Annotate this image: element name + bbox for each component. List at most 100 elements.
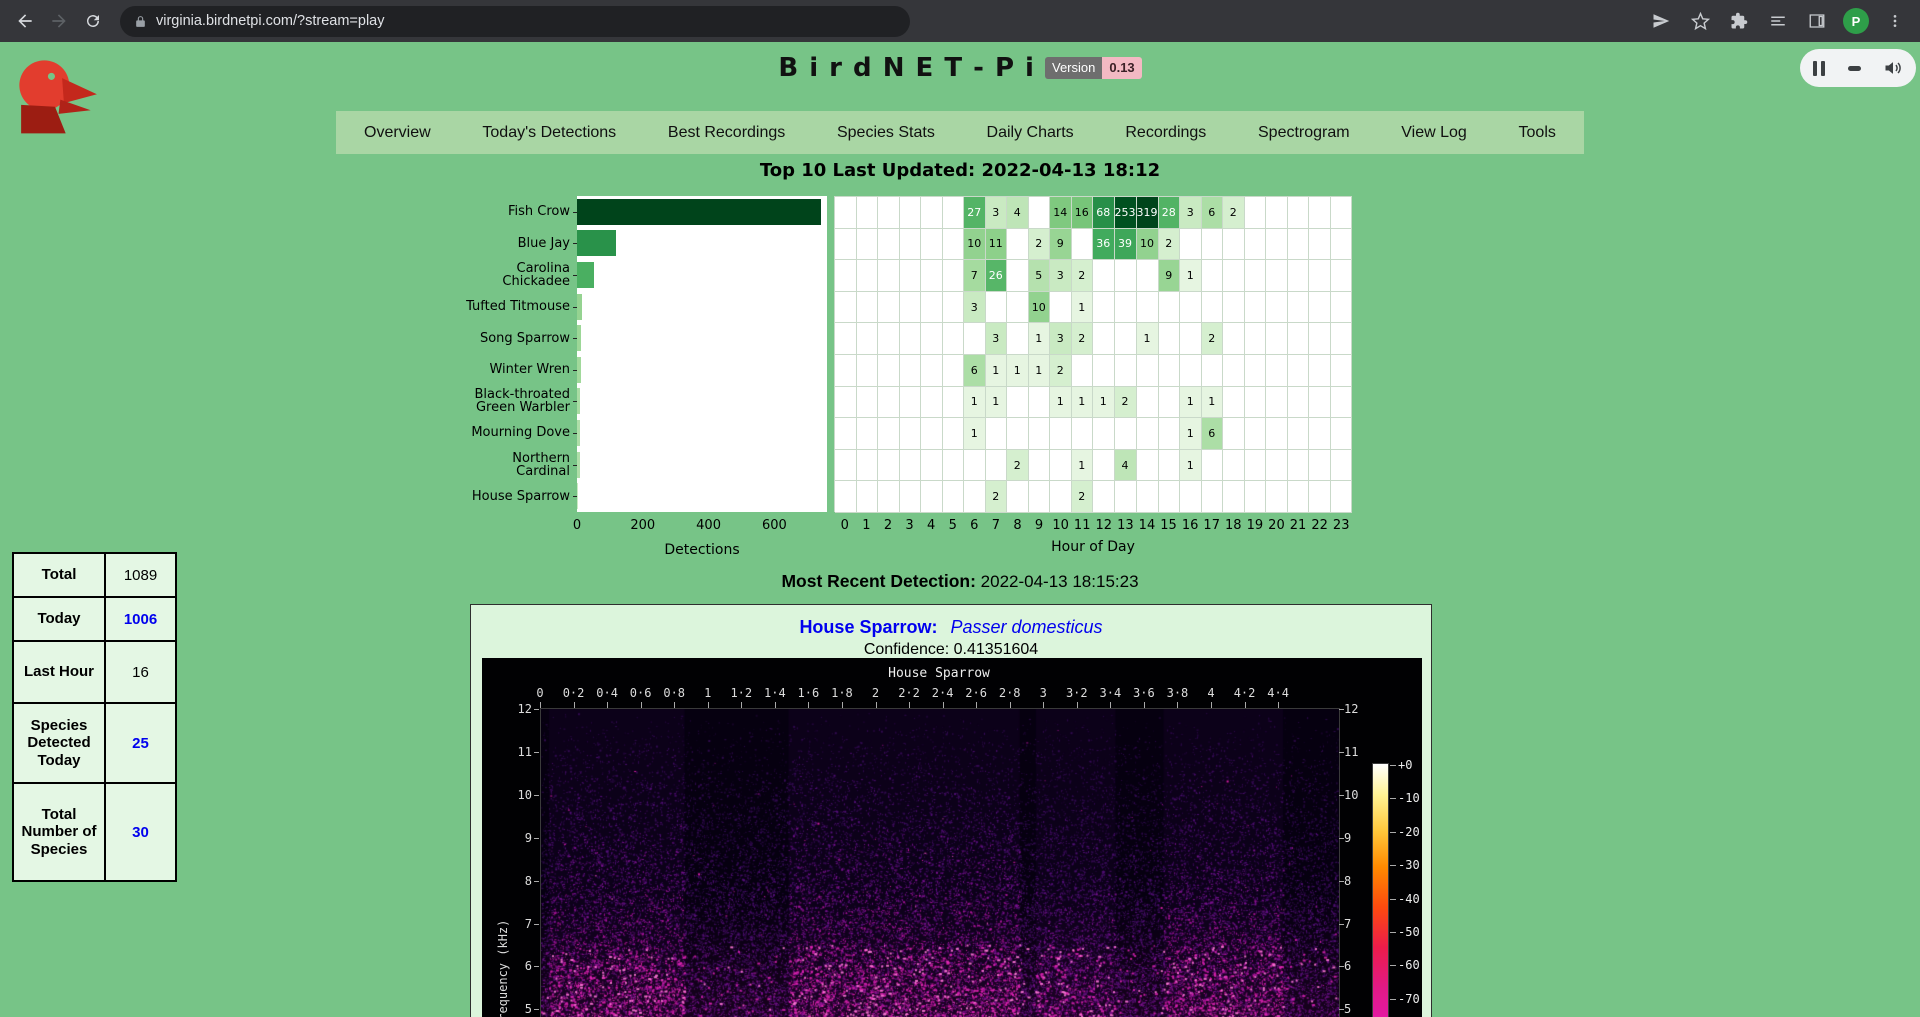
heatmap-cell: 1 (1180, 387, 1202, 419)
time-tick-mark (1077, 702, 1078, 708)
nav-item-species-stats[interactable]: Species Stats (837, 124, 935, 142)
nav-item-best-recordings[interactable]: Best Recordings (668, 124, 785, 142)
nav-item-today-s-detections[interactable]: Today's Detections (482, 124, 616, 142)
freq-tick-label: 11 (492, 745, 532, 759)
freq-tick-label: 6 (1344, 959, 1384, 973)
heatmap-cell-empty (1266, 229, 1288, 261)
audio-player[interactable] (1800, 49, 1916, 87)
heatmap-cell-empty (1309, 323, 1331, 355)
side-panel-icon (1808, 12, 1826, 30)
colorbar-tick-mark (1390, 765, 1396, 766)
bookmark-button[interactable] (1683, 4, 1717, 38)
heatmap-cell-empty (1093, 481, 1115, 513)
nav-item-daily-charts[interactable]: Daily Charts (987, 124, 1074, 142)
heatmap-cell-empty (900, 387, 922, 419)
heatmap-cell-empty (878, 292, 900, 324)
heatmap-cell-empty (964, 450, 986, 482)
freq-tick-mark (534, 966, 539, 967)
heatmap-cell-empty (1050, 450, 1072, 482)
heatmap-cell-empty (857, 292, 879, 324)
colorbar-tick-mark (1390, 965, 1396, 966)
heatmap-cell-empty (1093, 323, 1115, 355)
species-label: Mourning Dove (390, 417, 570, 449)
detection-common-name[interactable]: House Sparrow: (799, 617, 937, 637)
heatmap-cell: 4 (1115, 450, 1137, 482)
nav-item-spectrogram[interactable]: Spectrogram (1258, 124, 1350, 142)
extensions-button[interactable] (1722, 4, 1756, 38)
heatmap-cell-empty (921, 197, 943, 229)
heatmap-cell: 28 (1159, 197, 1181, 229)
colorbar-tick-mark (1390, 832, 1396, 833)
heatmap-cell-empty (986, 418, 1008, 450)
heatmap-cell: 1 (1137, 323, 1159, 355)
heatmap-cell-empty (921, 260, 943, 292)
heatmap-cell-empty (835, 292, 857, 324)
heatmap-cell: 1 (1180, 450, 1202, 482)
heatmap-cell-empty (900, 260, 922, 292)
side-panel-button[interactable] (1800, 4, 1834, 38)
nav-item-recordings[interactable]: Recordings (1125, 124, 1206, 142)
time-tick-mark (540, 702, 541, 708)
heatmap-cell: 1 (1202, 387, 1224, 419)
spectrogram-title: House Sparrow (540, 666, 1338, 681)
heatmap-cell-empty (835, 260, 857, 292)
freq-tick-mark (534, 924, 539, 925)
back-button[interactable] (8, 4, 42, 38)
heatmap-cell: 2 (1072, 323, 1094, 355)
heatmap-cell-empty (878, 450, 900, 482)
species-label: Winter Wren (390, 354, 570, 386)
reading-list-button[interactable] (1761, 4, 1795, 38)
heatmap-cell: 39 (1115, 229, 1137, 261)
stat-value-link[interactable]: 25 (105, 703, 176, 783)
freq-tick-label: 9 (1344, 831, 1384, 845)
heatmap-cell: 2 (1007, 450, 1029, 482)
detection-scientific-name[interactable]: Passer domesticus (950, 617, 1102, 637)
heatmap-cell-empty (1309, 229, 1331, 261)
hour-tick: 23 (1319, 518, 1363, 533)
heatmap-cell-empty (900, 355, 922, 387)
heatmap-cell: 3 (986, 323, 1008, 355)
menu-button[interactable] (1878, 4, 1912, 38)
freq-tick-label: 6 (492, 959, 532, 973)
profile-button[interactable]: P (1839, 4, 1873, 38)
freq-tick-mark (534, 795, 539, 796)
heatmap-cell-empty (1137, 418, 1159, 450)
pause-icon[interactable] (1813, 61, 1825, 76)
reload-button[interactable] (76, 4, 110, 38)
heatmap-cell-empty (878, 387, 900, 419)
recent-value: 2022-04-13 18:15:23 (981, 572, 1139, 591)
freq-tick-mark (534, 881, 539, 882)
send-button[interactable] (1644, 4, 1678, 38)
seek-handle[interactable] (1848, 66, 1861, 71)
heatmap-cell: 6 (1202, 418, 1224, 450)
address-bar[interactable]: virginia.birdnetpi.com/?stream=play (120, 6, 910, 37)
stat-value-link[interactable]: 30 (105, 783, 176, 881)
heatmap-cell: 1 (1180, 260, 1202, 292)
heatmap-cell-empty (964, 481, 986, 513)
stat-value-link[interactable]: 1006 (105, 597, 176, 641)
nav-item-overview[interactable]: Overview (364, 124, 431, 142)
heatmap-cell-empty (1159, 418, 1181, 450)
heatmap-cell-empty (1180, 355, 1202, 387)
bar-row (577, 354, 827, 386)
colorbar-tick-mark (1390, 999, 1396, 1000)
heatmap-cell-empty (1115, 323, 1137, 355)
heatmap-cell-empty (1309, 197, 1331, 229)
heatmap-cell-empty (1029, 481, 1051, 513)
nav-item-view-log[interactable]: View Log (1401, 124, 1467, 142)
volume-icon[interactable] (1883, 58, 1903, 78)
heatmap-cell-empty (1137, 387, 1159, 419)
time-tick-mark (607, 702, 608, 708)
colorbar-tick-label: +0 (1398, 758, 1412, 772)
freq-tick-label: 8 (492, 874, 532, 888)
heatmap-cell-empty (921, 481, 943, 513)
heatmap-cell-empty (835, 418, 857, 450)
nav-item-tools[interactable]: Tools (1519, 124, 1556, 142)
heatmap-cell: 1 (1007, 355, 1029, 387)
forward-button[interactable] (42, 4, 76, 38)
colorbar-tick-mark (1390, 899, 1396, 900)
heatmap-cell-empty (878, 229, 900, 261)
species-label: Fish Crow (390, 196, 570, 228)
heatmap-cell: 9 (1159, 260, 1181, 292)
freq-tick-mark (1339, 881, 1344, 882)
